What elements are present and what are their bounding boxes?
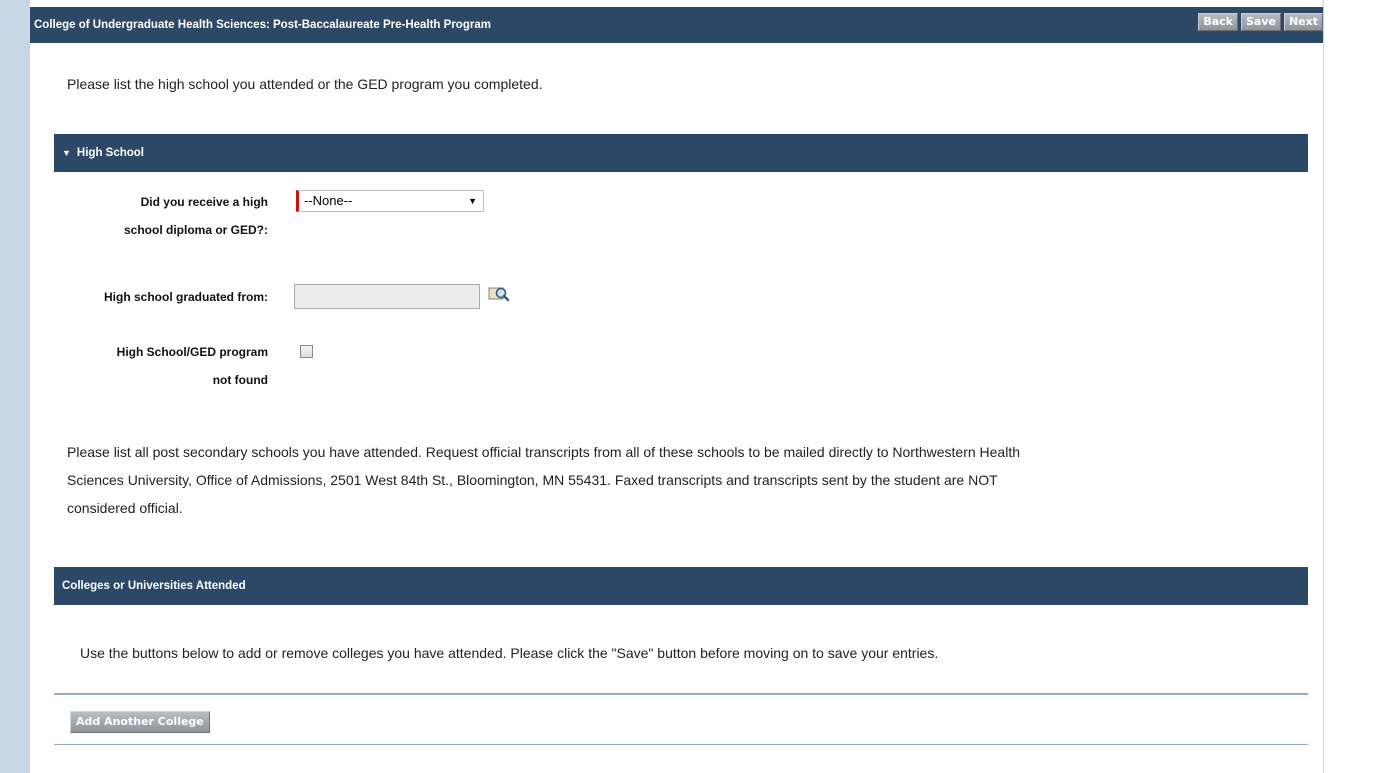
not-found-checkbox[interactable] bbox=[300, 345, 313, 358]
application-page: College of Undergraduate Health Sciences… bbox=[30, 0, 1324, 773]
page-title: College of Undergraduate Health Sciences… bbox=[34, 19, 491, 31]
colleges-section-title: Colleges or Universities Attended bbox=[62, 580, 246, 592]
not-found-label-line1: High School/GED program bbox=[116, 345, 268, 359]
colleges-instructions: Use the buttons below to add or remove c… bbox=[80, 645, 939, 661]
post-secondary-line2: Sciences University, Office of Admission… bbox=[67, 472, 998, 488]
high-school-input[interactable] bbox=[294, 284, 480, 309]
lookup-magnifier-icon[interactable] bbox=[488, 285, 510, 303]
collapse-triangle-icon: ▼ bbox=[62, 148, 71, 158]
graduated-from-label: High school graduated from: bbox=[103, 290, 268, 304]
divider-top bbox=[54, 693, 1308, 695]
page-title-bar: College of Undergraduate Health Sciences… bbox=[30, 7, 1323, 43]
diploma-select[interactable]: --None-- ▼ bbox=[296, 190, 484, 212]
diploma-select-value: --None-- bbox=[304, 193, 353, 208]
colleges-section-header: Colleges or Universities Attended bbox=[54, 567, 1308, 605]
high-school-section-title: High School bbox=[76, 147, 145, 159]
diploma-question-label: Did you receive a high school diploma or… bbox=[70, 188, 268, 244]
intro-text: Please list the high school you attended… bbox=[67, 76, 543, 92]
post-secondary-line1: Please list all post secondary schools y… bbox=[67, 444, 1021, 460]
left-rail bbox=[0, 0, 30, 773]
post-secondary-text: Please list all post secondary schools y… bbox=[67, 438, 1297, 522]
back-button[interactable]: Back bbox=[1198, 13, 1238, 31]
not-found-label-line2: not found bbox=[212, 373, 268, 387]
add-college-button[interactable]: Add Another College bbox=[70, 711, 210, 733]
dropdown-arrow-icon: ▼ bbox=[468, 196, 477, 206]
save-button[interactable]: Save bbox=[1240, 13, 1281, 31]
next-button[interactable]: Next bbox=[1283, 13, 1323, 31]
diploma-question-line2: school diploma or GED?: bbox=[123, 223, 268, 237]
right-gutter bbox=[1323, 0, 1381, 773]
divider-bottom bbox=[54, 744, 1308, 745]
diploma-question-line1: Did you receive a high bbox=[140, 195, 268, 209]
top-buttons: Back Save Next bbox=[1198, 13, 1323, 31]
high-school-section-header[interactable]: ▼ High School bbox=[54, 134, 1308, 172]
not-found-label: High School/GED program not found bbox=[70, 338, 268, 394]
post-secondary-line3: considered official. bbox=[67, 500, 183, 516]
